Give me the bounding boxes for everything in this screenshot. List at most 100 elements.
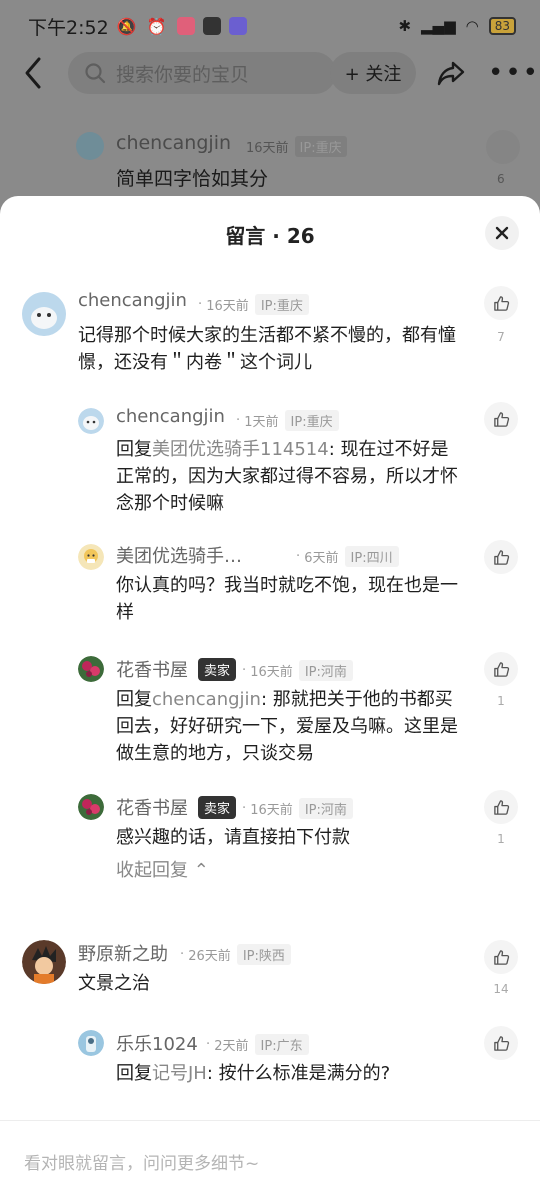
- search-placeholder: 搜索你要的宝贝: [116, 63, 250, 86]
- comment-meta: · 2天前 IP:广东: [206, 1034, 309, 1055]
- mention-link[interactable]: chencangjin: [152, 689, 261, 710]
- comment-author[interactable]: 美团优选骑手…: [116, 542, 242, 568]
- seller-badge: 卖家: [198, 658, 237, 681]
- more-options-button[interactable]: •••: [488, 58, 538, 88]
- like-button[interactable]: [484, 1026, 518, 1060]
- thumbs-up-icon: [493, 549, 509, 565]
- comment-author[interactable]: chencangjin: [116, 406, 225, 427]
- comment-meta: · 16天前 IP:河南: [242, 798, 353, 819]
- comment-author[interactable]: 花香书屋: [116, 794, 188, 820]
- thumbs-up-icon: [493, 799, 509, 815]
- like-button[interactable]: [484, 286, 518, 320]
- mute-icon: 🔕: [116, 16, 137, 36]
- reply-body: : 按什么标准是满分的?: [206, 1063, 391, 1084]
- avatar[interactable]: [78, 408, 104, 434]
- ip-badge: IP:广东: [254, 1034, 309, 1055]
- status-bar: 下午2:52 🔕 ⏰ ✱ ▂▄▆ ◠ 83: [0, 0, 540, 52]
- mention-link[interactable]: 美团优选骑手114514: [152, 439, 329, 460]
- comment-time: 1天前: [244, 415, 279, 430]
- comment-time: 26天前: [188, 949, 231, 964]
- like-button[interactable]: [486, 130, 520, 164]
- comment-text: 你认真的吗？我当时就吃不饱，现在也是一样: [116, 575, 458, 623]
- comment-meta: · 6天前 IP:四川: [296, 546, 399, 567]
- wifi-icon: ◠: [465, 17, 479, 35]
- comment-text: 回复美团优选骑手114514: 现在过不好是正常的，因为大家都过得不容易，所以才…: [116, 436, 460, 517]
- comment-author[interactable]: 乐乐1024: [116, 1030, 198, 1056]
- comment-author[interactable]: 野原新之助: [78, 940, 168, 966]
- thumbs-up-icon: [493, 1035, 509, 1051]
- background-comment: chencangjin 16天前 IP:重庆 简单四字恰如其分 6: [76, 128, 536, 198]
- thumbs-up-icon: [493, 411, 509, 427]
- like-count: 14: [493, 982, 509, 996]
- like-count: 1: [497, 832, 505, 846]
- avatar[interactable]: [78, 544, 104, 570]
- avatar[interactable]: [78, 1030, 104, 1056]
- comment-author[interactable]: chencangjin: [78, 290, 187, 311]
- comment-time: 16天前: [246, 141, 289, 156]
- thumbs-up-icon: [493, 949, 509, 965]
- reply-prefix: 回复: [116, 1063, 152, 1084]
- comment-text: 回复记号JH: 按什么标准是满分的?: [116, 1060, 460, 1087]
- bluetooth-icon: ✱: [398, 17, 412, 35]
- top-bar: 搜索你要的宝贝 + 关注 •••: [0, 50, 540, 98]
- app-notification-icon: [202, 17, 221, 35]
- comment-author[interactable]: 花香书屋: [116, 656, 188, 682]
- comment-time: 16天前: [250, 803, 293, 818]
- app-notification-icon: [228, 17, 247, 35]
- ip-badge: IP:陕西: [236, 944, 291, 965]
- avatar: [76, 132, 104, 160]
- battery-icon: 83: [488, 17, 516, 35]
- comment-time: 16天前: [250, 665, 293, 680]
- status-time: 下午2:52: [28, 16, 109, 39]
- comment-author: chencangjin: [116, 132, 232, 154]
- reply-prefix: 回复: [116, 689, 152, 710]
- ip-badge: IP:重庆: [284, 410, 339, 431]
- chevron-up-icon: ⌃: [193, 860, 209, 881]
- ip-badge: IP:重庆: [254, 294, 309, 315]
- avatar[interactable]: [78, 794, 104, 820]
- comment-text: 简单四字恰如其分: [116, 168, 269, 190]
- like-button[interactable]: [484, 790, 518, 824]
- like-button[interactable]: [484, 402, 518, 436]
- share-button[interactable]: [436, 58, 466, 88]
- like-button[interactable]: [484, 652, 518, 686]
- ip-badge: IP:重庆: [294, 136, 347, 157]
- avatar[interactable]: [22, 940, 66, 984]
- comment-text: 感兴趣的话，请直接拍下付款: [116, 827, 350, 848]
- comment-text: 记得那个时候大家的生活都不紧不慢的，都有憧憬，还没有＂内卷＂这个词儿: [78, 325, 456, 373]
- collapse-replies-button[interactable]: 收起回复 ⌃: [116, 856, 209, 882]
- like-button[interactable]: [484, 540, 518, 574]
- close-button[interactable]: [485, 216, 519, 250]
- like-count: 1: [497, 694, 505, 708]
- like-count: 7: [497, 330, 505, 344]
- share-icon: [437, 61, 465, 86]
- thumbs-up-icon: [493, 661, 509, 677]
- collapse-label: 收起回复: [116, 860, 188, 881]
- seller-badge: 卖家: [198, 796, 237, 819]
- avatar[interactable]: [78, 656, 104, 682]
- comment-input-bar[interactable]: 看对眼就留言，问问更多细节~: [0, 1120, 540, 1200]
- sheet-title: 留言 · 26: [225, 224, 315, 248]
- comment-text: 文景之治: [78, 973, 150, 994]
- mention-link[interactable]: 记号JH: [152, 1063, 207, 1084]
- comment-meta: 16天前 IP:重庆: [246, 136, 347, 157]
- like-button[interactable]: [484, 940, 518, 974]
- back-button[interactable]: [22, 54, 46, 94]
- reply-prefix: 回复: [116, 439, 152, 460]
- avatar[interactable]: [22, 292, 66, 336]
- comment-meta: · 26天前 IP:陕西: [180, 944, 291, 965]
- comment-text: 回复chencangjin: 那就把关于他的书都买回去，好好研究一下，爱屋及乌嘛…: [116, 686, 460, 767]
- ip-badge: IP:四川: [344, 546, 399, 567]
- comment-meta: · 16天前 IP:重庆: [198, 294, 309, 315]
- follow-button[interactable]: + 关注: [330, 52, 416, 94]
- ip-badge: IP:河南: [298, 660, 353, 681]
- alarm-icon: ⏰: [146, 16, 167, 36]
- close-icon: [495, 226, 509, 240]
- comment-input-placeholder: 看对眼就留言，问问更多细节~: [24, 1154, 260, 1174]
- app-notification-icon: [176, 17, 195, 35]
- signal-icon: ▂▄▆: [421, 17, 456, 35]
- comment-time: 16天前: [206, 299, 249, 314]
- search-icon: [85, 63, 106, 84]
- thumbs-up-icon: [493, 295, 509, 311]
- search-input[interactable]: 搜索你要的宝贝: [68, 52, 336, 94]
